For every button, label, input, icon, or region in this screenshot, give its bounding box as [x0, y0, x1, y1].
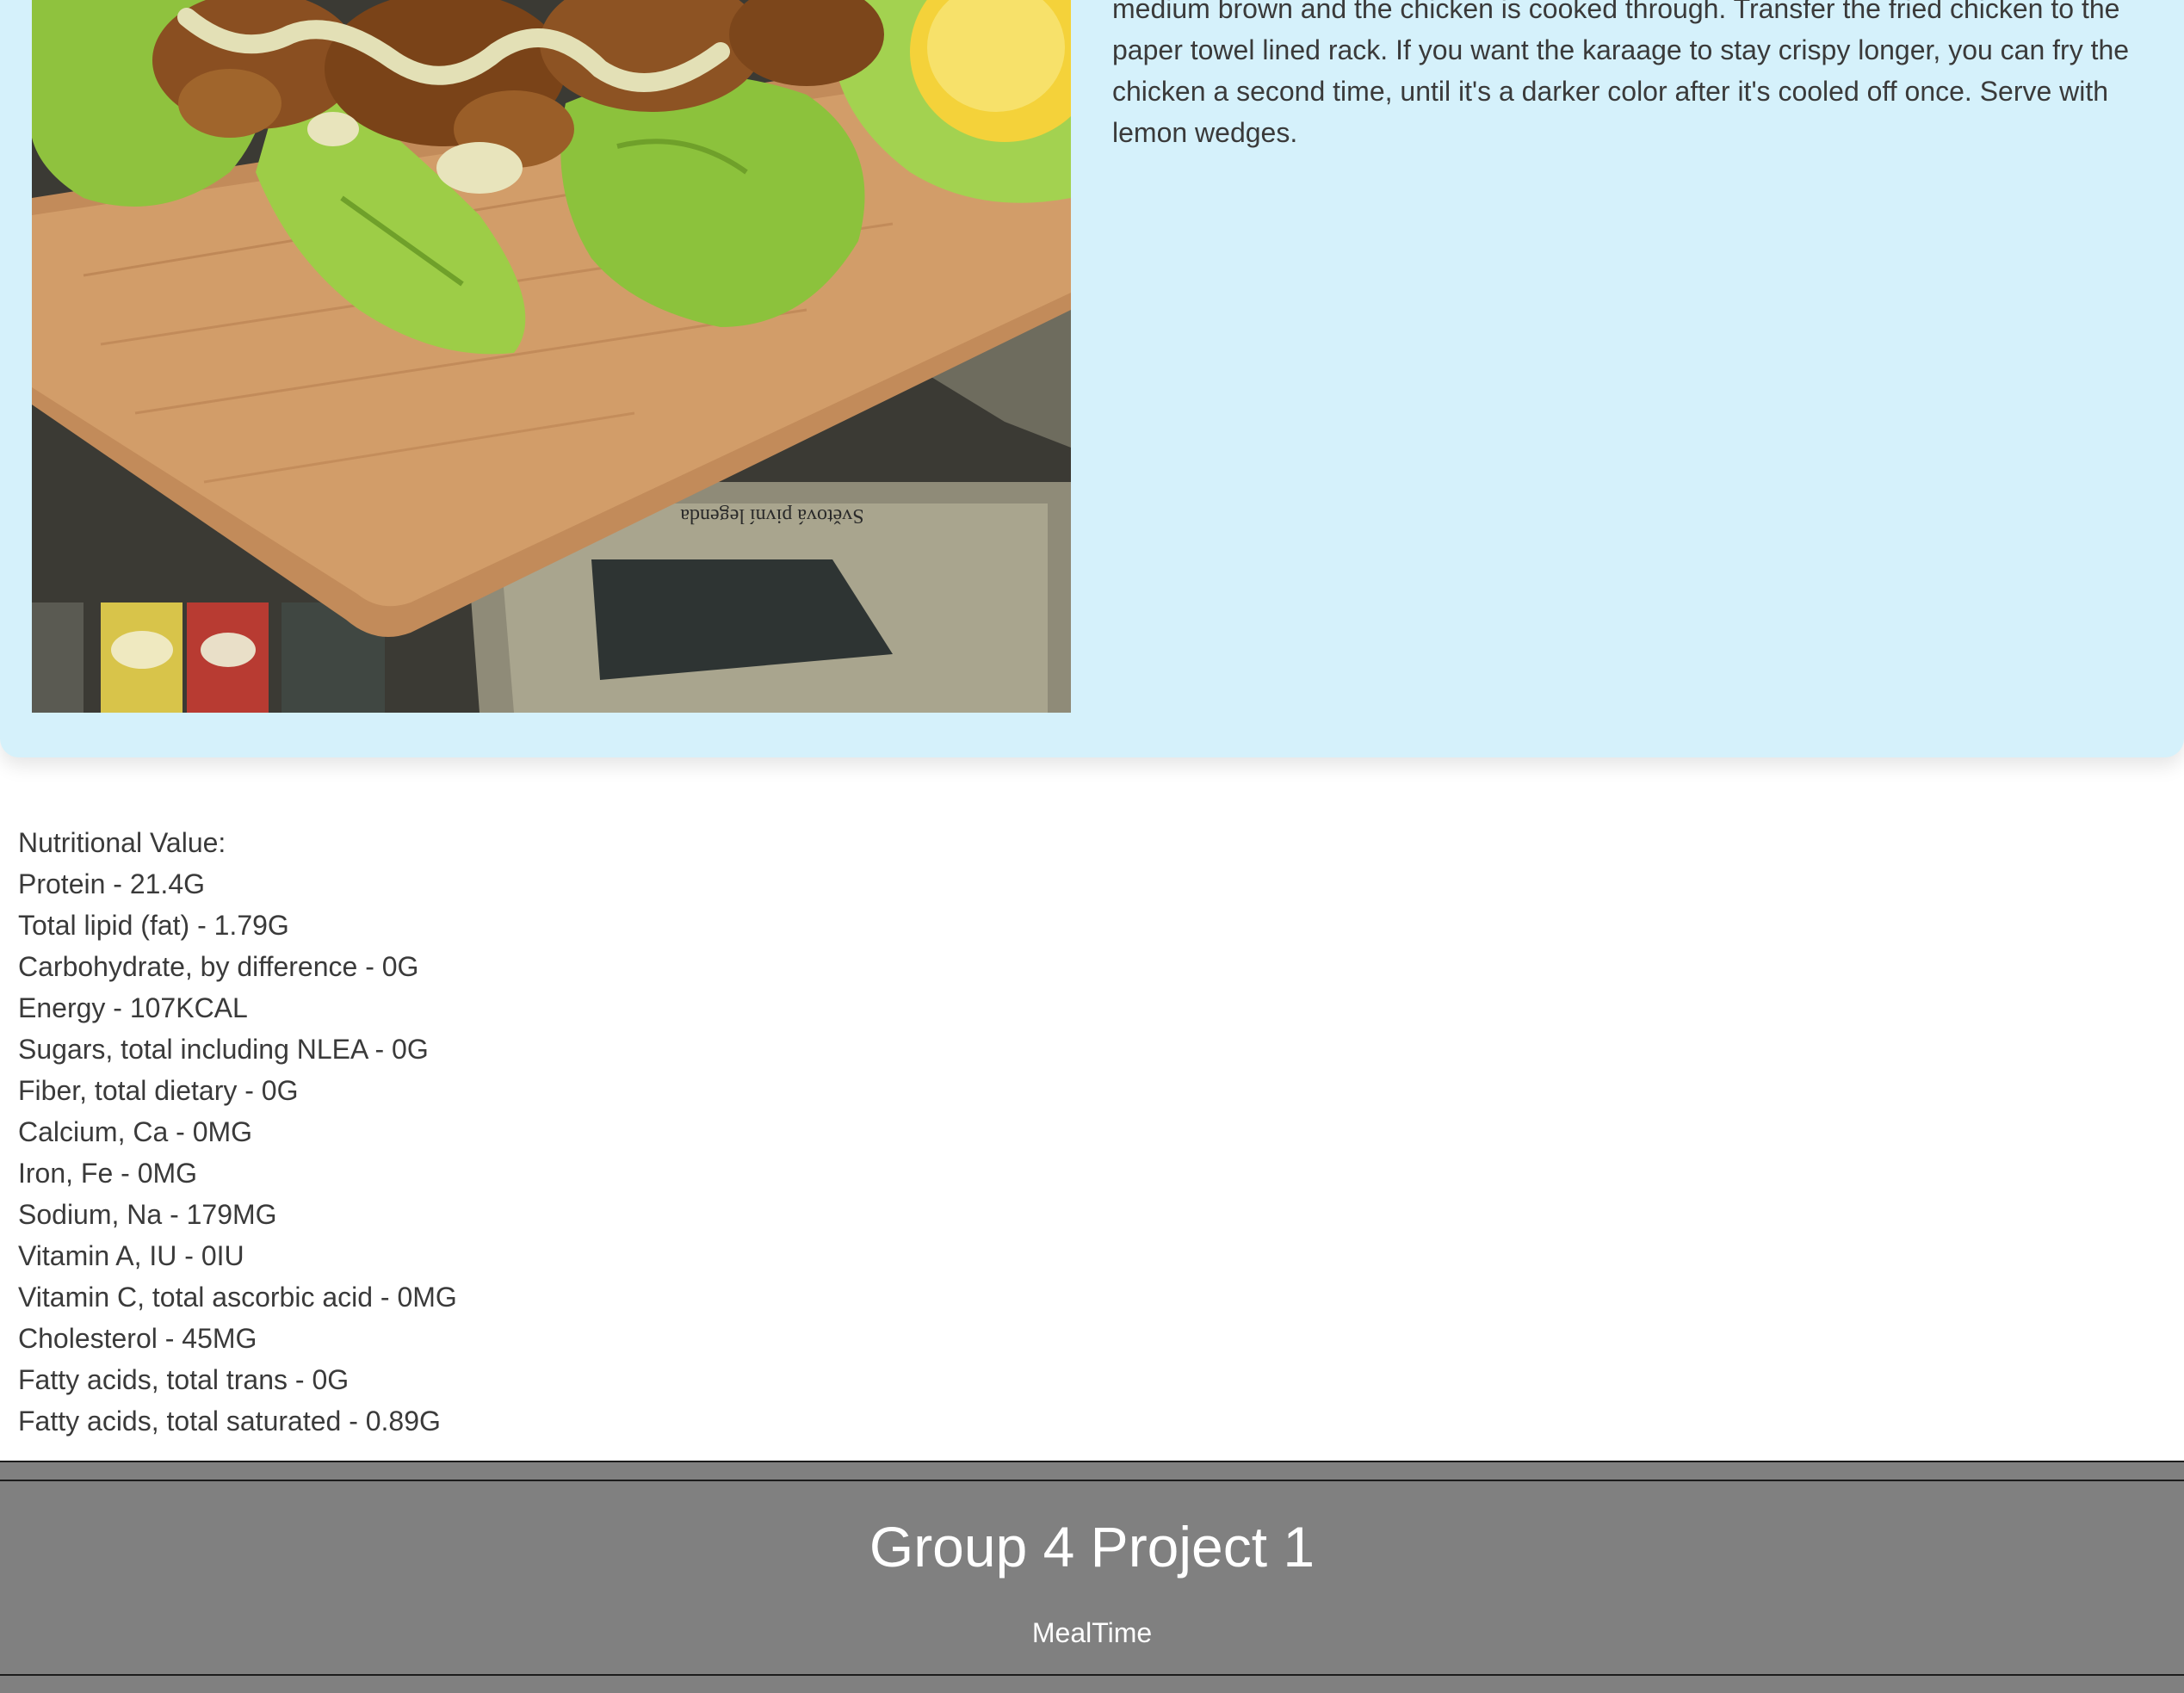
nutrition-item: Sodium, Na - 179MG	[18, 1199, 277, 1230]
nutrition-item: Protein - 21.4G	[18, 868, 205, 899]
nutrition-item: Fatty acids, total trans - 0G	[18, 1364, 350, 1395]
nutrition-item: Sugars, total including NLEA - 0G	[18, 1034, 429, 1065]
recipe-instructions: medium brown and the chicken is cooked t…	[1112, 0, 2130, 148]
footer-top-border	[0, 1461, 2184, 1462]
nutrition-item: Energy - 107KCAL	[18, 992, 248, 1023]
recipe-photo: Světová pivní legenda	[32, 0, 1071, 713]
nutrition-item: Carbohydrate, by difference - 0G	[18, 951, 419, 982]
nutrition-item: Fatty acids, total saturated - 0.89G	[18, 1406, 441, 1437]
page-footer: Group 4 Project 1 MealTime	[0, 1461, 2184, 1693]
footer-bottom-border	[0, 1674, 2184, 1676]
nutrition-item: Cholesterol - 45MG	[18, 1323, 257, 1354]
nutrition-heading: Nutritional Value:	[18, 827, 226, 858]
footer-inner-border	[0, 1480, 2184, 1481]
nutrition-item: Vitamin C, total ascorbic acid - 0MG	[18, 1282, 457, 1313]
nutrition-item: Total lipid (fat) - 1.79G	[18, 910, 289, 941]
recipe-card: Světová pivní legenda medium brown and t…	[0, 0, 2184, 757]
svg-text:Světová pivní legenda: Světová pivní legenda	[680, 504, 864, 527]
footer-subtitle: MealTime	[1031, 1617, 1153, 1648]
nutrition-item: Fiber, total dietary - 0G	[18, 1075, 299, 1106]
nutrition-item: Calcium, Ca - 0MG	[18, 1116, 253, 1147]
footer-title: Group 4 Project 1	[869, 1515, 1315, 1579]
nutrition-item: Iron, Fe - 0MG	[18, 1158, 198, 1189]
nutrition-item: Vitamin A, IU - 0IU	[18, 1240, 244, 1271]
nutrition-panel: Nutritional Value: Protein - 21.4G Total…	[18, 822, 457, 1442]
